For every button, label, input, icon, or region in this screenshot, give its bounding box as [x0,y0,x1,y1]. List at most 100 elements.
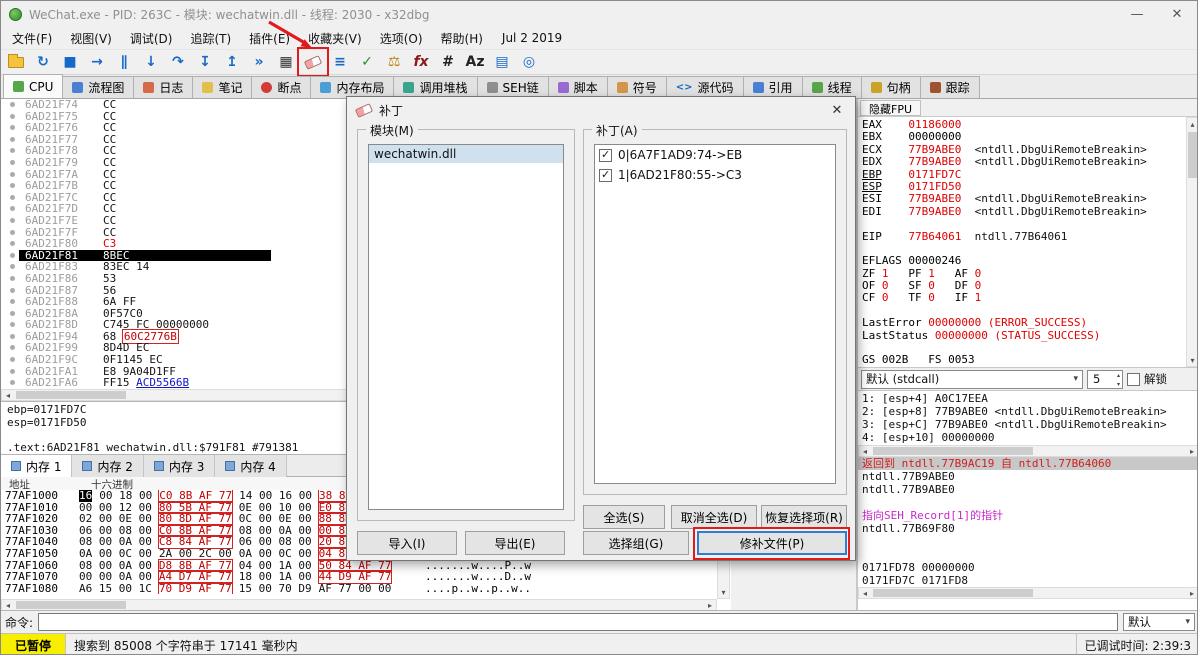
tab-log[interactable]: 日志 [133,76,194,98]
scroll-down-icon[interactable]: ▾ [1187,354,1197,366]
scroll-left-icon[interactable]: ◂ [2,600,14,610]
menu-item-6[interactable]: 选项(O) [371,27,432,50]
tab-memory-map[interactable]: 内存布局 [310,76,395,98]
tab-references[interactable]: 引用 [742,76,803,98]
select-group-button[interactable]: 选择组(G) [583,531,689,555]
menu-item-3[interactable]: 追踪(T) [181,27,240,50]
patches-eraser-button[interactable] [297,47,329,77]
command-profile-select[interactable]: 默认 [1123,613,1195,631]
patch-list-item[interactable]: 0|6A7F1AD9:74->EB [595,145,835,165]
tab-call-stack[interactable]: 调用堆栈 [393,76,478,98]
patch-checkbox[interactable] [599,148,612,162]
scroll-thumb[interactable] [873,589,1033,597]
strings-az-button[interactable]: Az [462,50,488,74]
check-button[interactable]: ✓ [354,50,380,74]
restore-selection-button[interactable]: 恢复选择项(R) [761,505,847,529]
registers-view[interactable]: EAX 01186000 EBX 00000000 ECX 77B9ABE0 <nt… [858,117,1186,367]
dump-row[interactable]: 77AF1070 00 00 0A 00 A4 D7 AF 77 18 00 1A 0… [1,570,717,584]
register-line[interactable]: EDI 77B9ABE0 <ntdll.DbgUiRemoteBreakin> [862,205,1186,218]
patch-list-item[interactable]: 1|6AD21F80:55->C3 [595,165,835,185]
execute-till-return-button[interactable]: ↧ [192,50,218,74]
scroll-right-icon[interactable]: ▸ [1186,588,1197,598]
dump-row[interactable]: 77AF1080 A6 15 00 1C 70 D9 AF 77 15 00 70 D… [1,581,717,594]
dump-tab-3[interactable]: 内存 3 [143,455,216,477]
tab-threads[interactable]: 线程 [801,76,862,98]
dialog-close-button[interactable]: ✕ [819,97,855,123]
register-line[interactable]: EIP 77B64061 ntdll.77B64061 [862,230,1186,243]
notes-button[interactable]: ▤ [489,50,515,74]
scroll-up-icon[interactable]: ▴ [1187,118,1197,130]
scroll-thumb[interactable] [16,391,126,399]
module-list-item[interactable]: wechatwin.dll [369,145,563,163]
stack-row[interactable]: ntdll.77B9ABE0 [858,470,1197,483]
dump-tab-4[interactable]: 内存 4 [215,455,287,477]
menu-item-0[interactable]: 文件(F) [3,27,61,50]
step-into-button[interactable]: ↓ [138,50,164,74]
scroll-thumb[interactable] [873,447,1033,455]
unlock-checkbox[interactable] [1127,372,1140,386]
scales-button[interactable]: ⚖ [381,50,407,74]
export-button[interactable]: 导出(E) [465,531,565,555]
minimize-button[interactable]: — [1117,1,1157,27]
stack-row[interactable]: 返回到 ntdll.77B9AC19 自 ntdll.77B64060 [858,457,1197,470]
tab-seh-chain[interactable]: SEH链 [476,76,549,98]
scroll-left-icon[interactable]: ◂ [859,588,871,598]
tab-handles[interactable]: 句柄 [860,76,921,98]
module-list[interactable]: wechatwin.dll [368,144,564,510]
skip-next-button[interactable]: » [246,50,272,74]
stack-row[interactable] [858,535,1197,548]
dump-tab-1[interactable]: 内存 1 [1,455,73,477]
stack-view[interactable]: 返回到 ntdll.77B9AC19 自 ntdll.77B64060 ntdll… [858,457,1197,587]
register-line[interactable]: CF 0 TF 0 IF 1 [862,292,1186,304]
menu-item-7[interactable]: 帮助(H) [432,27,492,50]
hide-fpu-button[interactable]: 隐藏FPU [860,99,922,116]
stop-button[interactable]: ■ [57,50,83,74]
pause-button[interactable]: ∥ [111,50,137,74]
tab-source[interactable]: <> 源代码 [665,76,744,98]
tab-breakpoints[interactable]: 断点 [251,76,312,98]
scroll-left-icon[interactable]: ◂ [2,390,14,400]
handles-button[interactable]: ◎ [516,50,542,74]
scroll-left-icon[interactable]: ◂ [859,446,871,456]
patch-file-button[interactable]: 修补文件(P) [697,531,847,555]
stack-row[interactable]: 0171FD78 00000000 [858,561,1197,574]
stack-row[interactable]: ntdll.77B69F80 [858,522,1197,535]
arguments-view[interactable]: 1: [esp+4] A0C17EEA 2: [esp+8] 77B9ABE0 <… [858,391,1197,445]
tab-notes[interactable]: 笔记 [192,76,253,98]
step-over-button[interactable]: ↷ [165,50,191,74]
menu-item-4[interactable]: 插件(E) [240,27,299,50]
dump-tab-2[interactable]: 内存 2 [72,455,144,477]
close-button[interactable]: ✕ [1157,1,1197,27]
run-button[interactable]: → [84,50,110,74]
assemble-fx-button[interactable]: fx [408,50,434,74]
stack-row[interactable] [858,496,1197,509]
import-button[interactable]: 导入(I) [357,531,457,555]
arguments-hscrollbar[interactable]: ◂ ▸ [858,445,1197,457]
menu-item-2[interactable]: 调试(D) [121,27,182,50]
calling-convention-select[interactable]: 默认 (stdcall) [861,369,1083,389]
tab-graph[interactable]: 流程图 [62,76,135,98]
menu-item-5[interactable]: 收藏夹(V) [299,27,371,50]
stack-hscrollbar[interactable]: ◂ ▸ [858,587,1197,599]
register-line[interactable]: LastStatus 00000000 (STATUS_SUCCESS) [862,329,1186,342]
patch-checkbox[interactable] [599,168,612,182]
stack-row[interactable] [858,548,1197,561]
tab-symbols[interactable]: 符号 [606,76,667,98]
register-line[interactable]: GS 002B FS 0053 [862,354,1186,366]
command-input[interactable] [38,613,1118,631]
stack-row[interactable]: ntdll.77B9ABE0 [858,483,1197,496]
tab-cpu[interactable]: CPU [3,74,64,98]
hash-button[interactable]: # [435,50,461,74]
patch-dialog-titlebar[interactable]: 补丁 ✕ [347,97,855,123]
deselect-all-button[interactable]: 取消全选(D) [671,505,757,529]
open-file-button[interactable] [3,50,29,74]
breakpoints-button[interactable]: ▦ [273,50,299,74]
step-out-button[interactable]: ↥ [219,50,245,74]
stack-row[interactable]: 指向SEH_Record[1]的指针 [858,509,1197,522]
restart-button[interactable]: ↻ [30,50,56,74]
arg-count-spinner[interactable]: 5 [1087,369,1123,389]
scroll-thumb[interactable] [1188,132,1197,178]
patch-list[interactable]: 0|6A7F1AD9:74->EB 1|6AD21F80:55->C3 [594,144,836,484]
comments-button[interactable]: ≡ [327,50,353,74]
menu-item-1[interactable]: 视图(V) [61,27,121,50]
